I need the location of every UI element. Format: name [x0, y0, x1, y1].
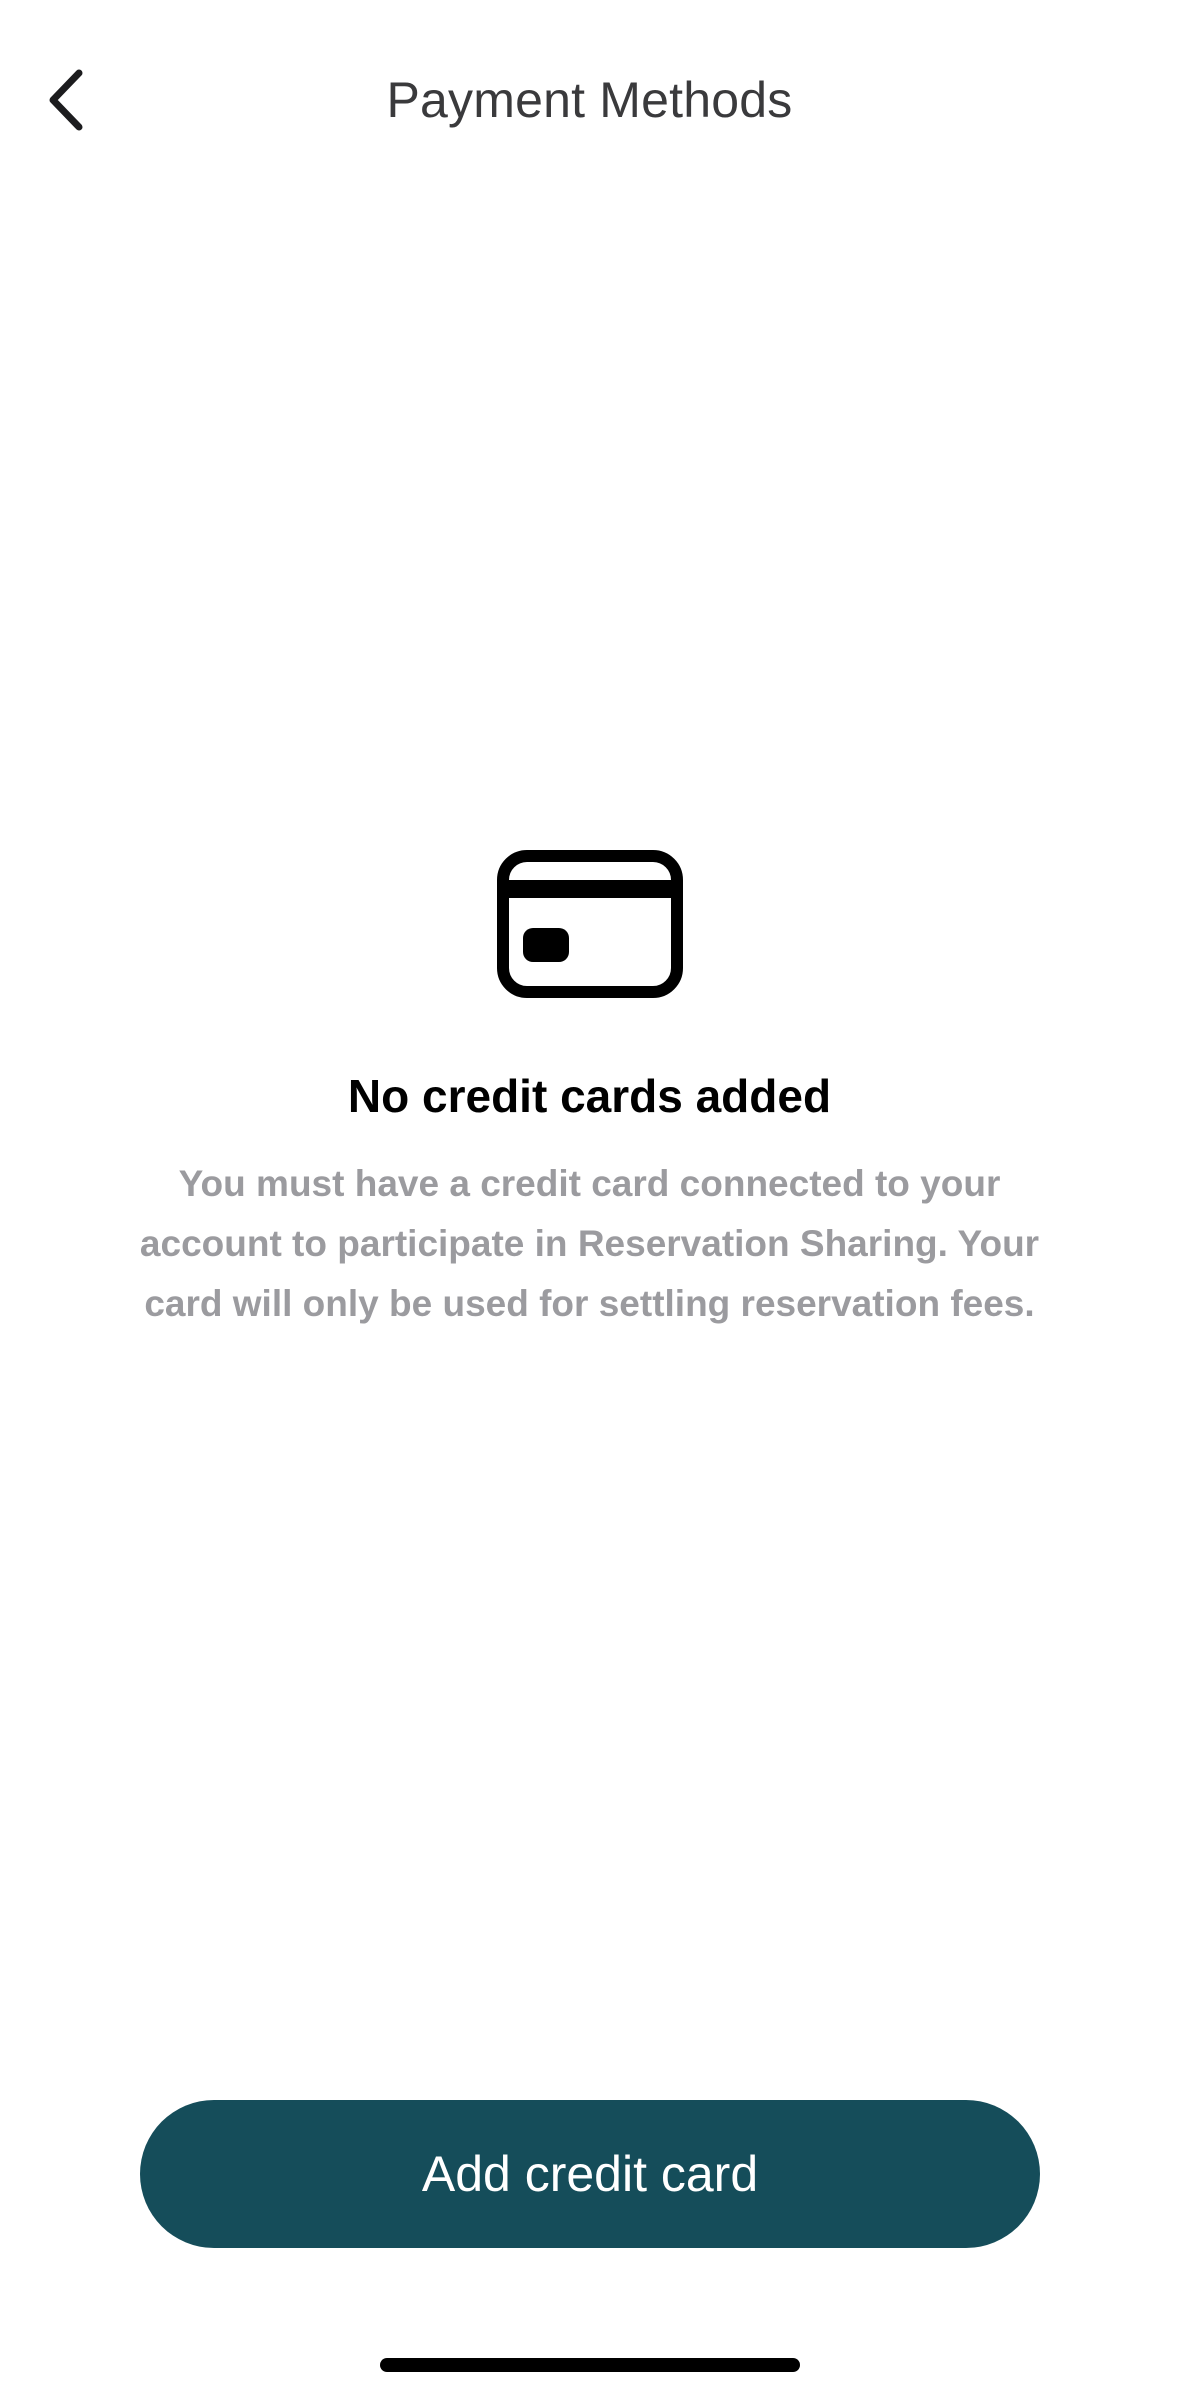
header-bar: Payment Methods: [0, 0, 1179, 200]
add-credit-card-button[interactable]: Add credit card: [140, 2100, 1040, 2248]
empty-state: No credit cards added You must have a cr…: [0, 850, 1179, 1334]
home-indicator: [380, 2358, 800, 2372]
page-title: Payment Methods: [386, 72, 793, 128]
empty-state-description: You must have a credit card connected to…: [139, 1163, 1040, 1324]
credit-card-icon: [496, 850, 683, 998]
empty-state-title: No credit cards added: [347, 1070, 832, 1122]
